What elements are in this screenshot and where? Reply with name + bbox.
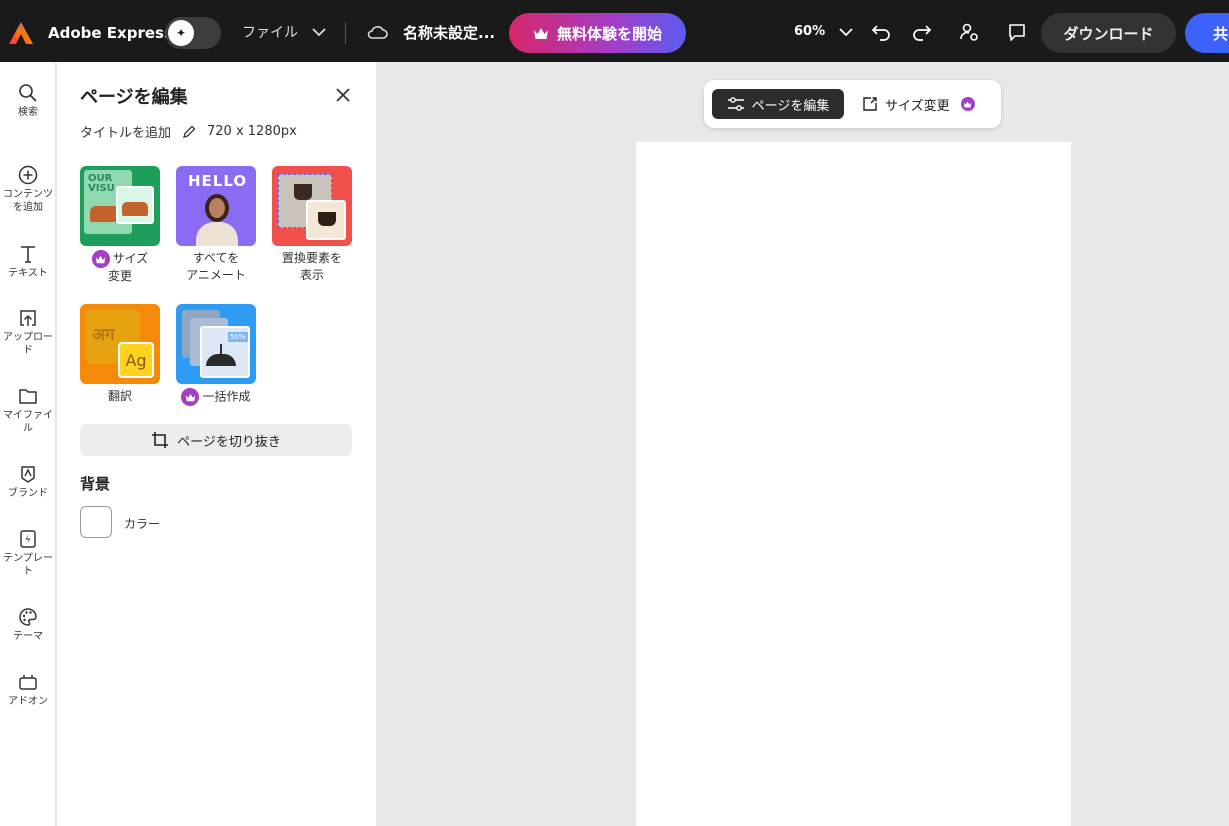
upload-icon — [17, 307, 39, 329]
file-menu[interactable]: ファイル — [242, 22, 326, 42]
rail-item-label: アドオン — [8, 696, 48, 707]
premium-crown-icon — [960, 97, 975, 111]
crop-icon — [152, 432, 169, 448]
bulk-create-tile-label[interactable]: 一括作成 — [168, 388, 264, 406]
resize-tile[interactable]: OUR VISU — [80, 166, 160, 246]
resize-label: サイズ変更 — [885, 98, 950, 114]
animate-all-tile[interactable]: HELLO — [176, 166, 256, 246]
template-icon — [17, 528, 39, 550]
undo-icon[interactable] — [869, 20, 893, 44]
share-button[interactable]: 共 — [1185, 13, 1229, 53]
collaborate-icon[interactable] — [957, 20, 981, 44]
animate-all-tile-label[interactable]: すべてを アニメート — [168, 250, 264, 284]
tile-label-text: サイズ 変更 — [107, 251, 149, 284]
background-heading: 背景 — [80, 475, 111, 493]
sparkle-icon: ✦ — [168, 20, 194, 46]
show-replaceable-tile[interactable] — [272, 166, 352, 246]
plus-circle-icon — [17, 164, 39, 186]
cup-shape — [294, 184, 312, 200]
zoom-level: 60% — [794, 24, 826, 39]
cloud-icon[interactable] — [366, 23, 388, 41]
premium-crown-icon — [181, 388, 200, 406]
pencil-icon[interactable] — [181, 124, 197, 140]
resize-icon — [863, 97, 877, 111]
tile-art-front: Ag — [118, 342, 154, 378]
download-button[interactable]: ダウンロード — [1041, 13, 1176, 53]
rail-item-brand[interactable]: ブランド — [0, 463, 56, 500]
folder-icon — [17, 385, 39, 407]
cup-shape — [318, 212, 336, 226]
lamp-cord — [220, 344, 222, 354]
left-rail: 検索 コンテンツ を追加 テキスト アップロー ド マイファイ ル ブランド テ… — [0, 62, 56, 826]
design-page[interactable] — [636, 142, 1071, 826]
text-icon — [17, 243, 39, 265]
show-replaceable-tile-label[interactable]: 置換要素を 表示 — [264, 250, 360, 284]
zoom-control[interactable]: 60% — [794, 24, 853, 39]
redo-icon[interactable] — [910, 20, 934, 44]
person-face — [209, 198, 225, 218]
bulk-create-tile[interactable]: 50% — [176, 304, 256, 384]
resize-tile-label[interactable]: サイズ 変更 — [72, 250, 168, 285]
premium-crown-icon — [91, 250, 110, 268]
rail-item-theme[interactable]: テーマ — [0, 606, 56, 643]
rail-item-label: コンテンツ を追加 — [3, 189, 53, 213]
translate-tile[interactable]: अग Ag — [80, 304, 160, 384]
crop-page-label: ページを切り抜き — [177, 434, 281, 450]
lamp-shade — [206, 354, 236, 366]
add-title-link[interactable]: タイトルを追加 — [80, 122, 171, 141]
rail-item-label: 検索 — [18, 107, 38, 118]
start-trial-label: 無料体験を開始 — [556, 24, 662, 43]
adobe-express-logo-icon[interactable] — [8, 21, 34, 45]
rail-item-templates[interactable]: テンプレー ト — [0, 528, 56, 578]
rail-item-label: テキスト — [8, 268, 48, 279]
crown-icon — [533, 27, 548, 39]
comment-icon[interactable] — [1005, 20, 1029, 44]
file-menu-label: ファイル — [242, 25, 298, 41]
page-meta: タイトルを追加 720 x 1280px — [80, 122, 297, 141]
chevron-down-icon — [839, 27, 853, 36]
edit-page-button[interactable]: ページを編集 — [712, 89, 844, 119]
rail-item-add-content[interactable]: コンテンツ を追加 — [0, 164, 56, 214]
tile-art-badge: 50% — [228, 332, 248, 342]
page-floating-toolbar: ページを編集 サイズ変更 — [704, 80, 1001, 128]
resize-button[interactable]: サイズ変更 — [862, 89, 978, 119]
background-color-swatch[interactable] — [80, 506, 112, 538]
rail-item-label: テンプレー ト — [3, 553, 53, 577]
page-dimensions: 720 x 1280px — [207, 124, 297, 139]
rail-item-text[interactable]: テキスト — [0, 243, 56, 280]
edit-page-label: ページを編集 — [751, 98, 830, 114]
brand-icon — [17, 463, 39, 485]
rail-item-my-files[interactable]: マイファイ ル — [0, 385, 56, 435]
start-trial-button[interactable]: 無料体験を開始 — [509, 13, 686, 53]
rail-item-addons[interactable]: アドオン — [0, 671, 56, 708]
addon-icon — [17, 671, 39, 693]
close-icon[interactable] — [333, 85, 353, 105]
panel-title: ページを編集 — [80, 87, 188, 108]
document-title[interactable]: 名称未設定... — [403, 22, 495, 43]
rail-item-upload[interactable]: アップロー ド — [0, 307, 56, 357]
crop-page-button[interactable]: ページを切り抜き — [80, 424, 352, 456]
search-icon — [17, 82, 39, 104]
rail-item-label: マイファイ ル — [3, 410, 53, 434]
tile-label-text: 一括作成 — [202, 389, 251, 404]
chevron-down-icon — [312, 28, 326, 37]
tile-art-text: HELLO — [188, 172, 248, 190]
sliders-icon — [727, 97, 744, 111]
rail-item-search[interactable]: 検索 — [0, 82, 56, 119]
rail-item-label: テーマ — [13, 631, 43, 642]
background-color-label: カラー — [124, 517, 161, 531]
chair-shape — [122, 202, 148, 216]
palette-icon — [17, 606, 39, 628]
magic-toggle[interactable]: ✦ — [165, 17, 221, 49]
top-bar: Adobe Express ✦ ファイル 名称未設定... 無料体験を開始 60… — [0, 0, 1229, 62]
edit-page-panel: ページを編集 タイトルを追加 720 x 1280px OUR VISU サイズ… — [57, 62, 376, 826]
divider — [345, 22, 346, 44]
person-body — [196, 222, 238, 246]
rail-item-label: アップロー ド — [3, 332, 53, 356]
translate-tile-label[interactable]: 翻訳 — [72, 388, 168, 405]
tile-art-text: अग — [92, 325, 115, 345]
app-name: Adobe Express — [48, 24, 173, 42]
rail-item-label: ブランド — [8, 488, 48, 499]
